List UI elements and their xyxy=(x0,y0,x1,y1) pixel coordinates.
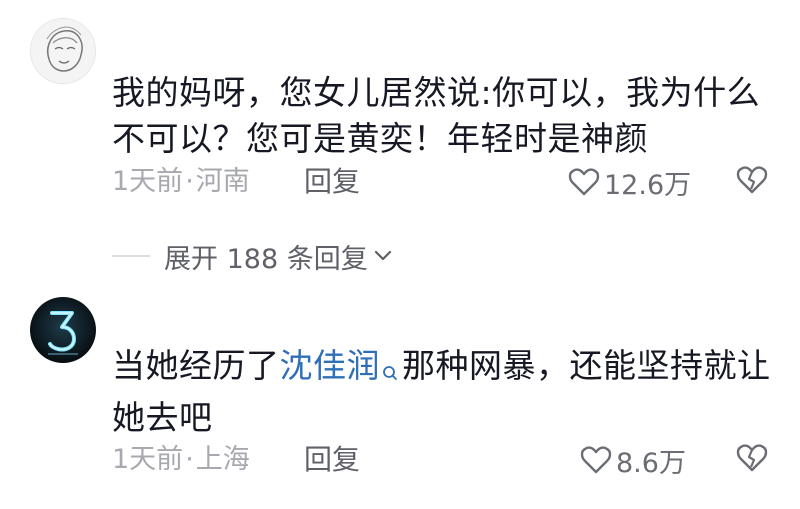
comment-meta: 1天前·上海 xyxy=(112,440,250,480)
comment-text: 我的妈呀，您女儿居然说:你可以，我为什么不可以？您可是黄奕！年轻时是神颜 xyxy=(112,73,761,158)
mention-link[interactable]: 沈佳润 xyxy=(280,346,381,385)
comment-time: 1天前 xyxy=(112,444,184,475)
like-button[interactable]: 8.6万 xyxy=(580,440,686,480)
comment-time: 1天前 xyxy=(112,166,184,197)
dislike-button[interactable] xyxy=(736,440,768,480)
reply-button[interactable]: 回复 xyxy=(304,440,360,480)
divider xyxy=(112,255,150,257)
like-button[interactable]: 12.6万 xyxy=(568,162,691,202)
comment-location: 河南 xyxy=(195,166,250,197)
comment-text-before: 当她经历了 xyxy=(112,346,280,385)
search-icon xyxy=(382,349,398,395)
like-count: 12.6万 xyxy=(604,169,692,201)
user-avatar[interactable] xyxy=(30,297,96,363)
like-count: 8.6万 xyxy=(616,447,686,479)
broken-heart-icon xyxy=(736,443,768,477)
heart-outline-icon xyxy=(580,445,612,475)
chevron-down-icon xyxy=(374,247,392,266)
dislike-button[interactable] xyxy=(736,162,768,202)
expand-replies-label: 展开 188 条回复 xyxy=(164,243,368,275)
user-avatar[interactable] xyxy=(30,18,96,84)
expand-replies-button[interactable]: 展开 188 条回复 xyxy=(112,236,392,276)
comment-location: 上海 xyxy=(195,444,250,475)
broken-heart-icon xyxy=(736,165,768,199)
reply-button[interactable]: 回复 xyxy=(304,162,360,202)
comment-text: 当她经历了沈佳润 那种网暴，还能坚持就让她去吧 xyxy=(112,343,772,441)
comment-meta: 1天前·河南 xyxy=(112,162,250,202)
meta-separator: · xyxy=(185,166,194,197)
heart-outline-icon xyxy=(568,167,600,197)
meta-separator: · xyxy=(185,444,194,475)
